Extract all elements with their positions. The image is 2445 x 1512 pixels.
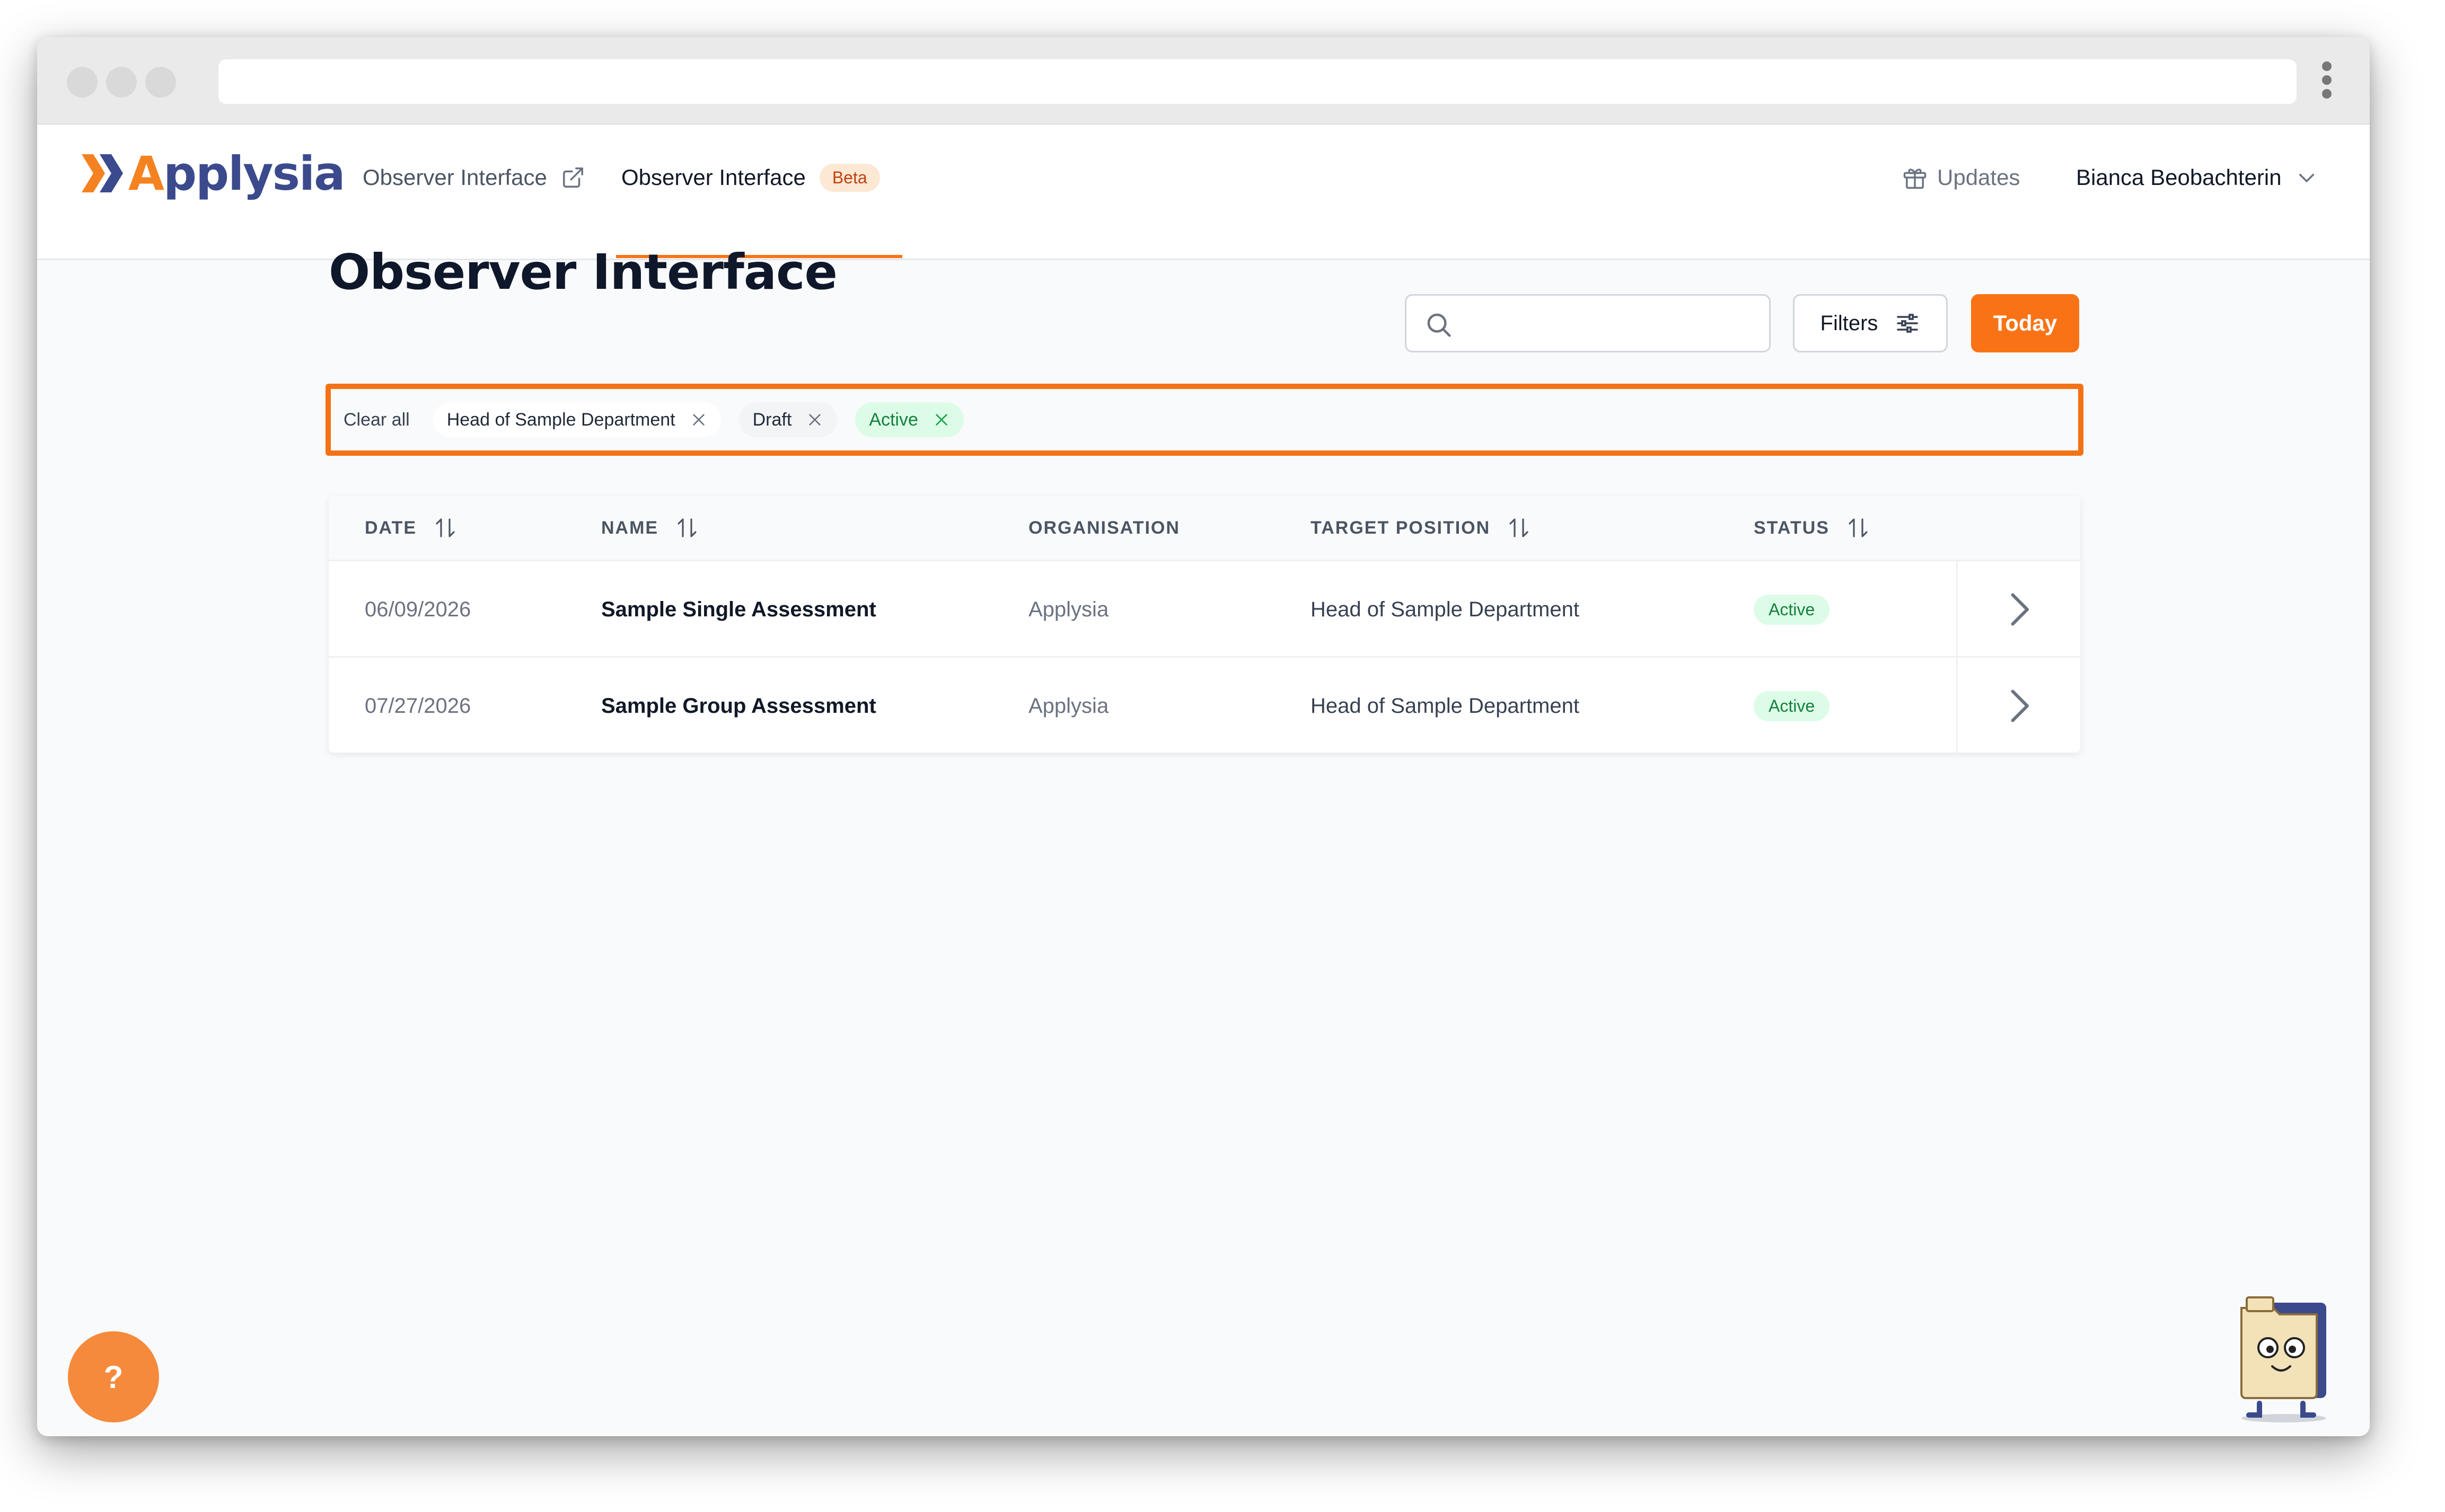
active-filters-bar: Clear all Head of Sample Department Draf… [326,384,2083,456]
table-header: DATE NAME ORGANISATION TARGET POSITION S… [329,496,2080,560]
search-input[interactable] [1405,294,1771,352]
cell-organisation: Applysia [1028,597,1109,621]
search-icon [1427,313,1451,337]
sliders-icon [1897,314,1919,333]
sort-icon [436,518,455,537]
tab-label: Observer Interface [621,165,806,190]
address-bar[interactable] [218,59,2297,104]
sort-icon [678,518,697,537]
column-header-name[interactable]: NAME [601,496,700,560]
cell-name: Sample Group Assessment [601,694,876,718]
gift-icon [1903,169,1927,189]
filter-chip-draft: Draft [738,402,838,437]
cell-name: Sample Single Assessment [601,597,876,621]
window-minimize-dot[interactable] [106,67,137,98]
logo-wordmark: pplysia [163,146,345,201]
close-icon[interactable] [690,411,707,428]
filter-chip-label: Active [869,409,918,430]
filters-label: Filters [1820,311,1878,335]
beta-badge: Beta [819,163,880,192]
column-header-date[interactable]: DATE [365,496,458,560]
tab-observer-interface-external[interactable]: Observer Interface [363,156,585,199]
cell-status: Active [1754,658,1830,753]
column-header-label: TARGET POSITION [1311,517,1491,538]
chevron-down-icon [2299,174,2314,182]
help-button[interactable]: ? [68,1331,159,1422]
table-row[interactable]: 07/27/2026 Sample Group Assessment Apply… [329,656,2080,753]
browser-window: Applysia Observer Interface Observer Int… [37,37,2370,1436]
sort-icon [1509,518,1528,537]
page-title: Observer Interface [329,244,838,300]
external-link-icon [562,167,583,188]
cell-target-position: Head of Sample Department [1311,694,1579,718]
column-header-label: ORGANISATION [1028,517,1180,538]
assessments-table: DATE NAME ORGANISATION TARGET POSITION S… [329,496,2080,753]
filter-chip-label: Draft [752,409,792,430]
filter-chip-active: Active [855,402,964,437]
question-icon: ? [103,1359,124,1395]
user-menu[interactable]: Bianca Beobachterin [2076,156,2318,199]
tab-label: Observer Interface [363,165,547,190]
tab-observer-interface-beta[interactable]: Observer Interface Beta [621,156,880,199]
top-navigation: Applysia Observer Interface Observer Int… [37,125,2370,260]
sort-icon [1849,518,1868,537]
close-icon[interactable] [806,411,823,428]
column-header-label: NAME [601,517,659,538]
chevron-right-icon [2011,593,2029,626]
column-header-organisation: ORGANISATION [1028,496,1180,560]
updates-label: Updates [1937,165,2020,190]
open-row-button[interactable] [1956,561,2080,658]
user-name: Bianca Beobachterin [2076,165,2282,190]
open-row-button[interactable] [1956,658,2080,753]
clear-all-filters-button[interactable]: Clear all [344,410,410,430]
mascot-assistant-icon[interactable] [2226,1292,2342,1425]
browser-menu-icon[interactable] [2322,61,2333,104]
filter-chip-label: Head of Sample Department [446,409,675,430]
status-badge: Active [1754,594,1830,625]
filters-button[interactable]: Filters [1793,294,1948,352]
filter-chip-target-position: Head of Sample Department [433,402,721,437]
logo-letter-a: A [128,146,164,201]
logo-chevron-icon [82,154,123,192]
applysia-logo[interactable]: Applysia [82,142,346,205]
close-icon[interactable] [933,411,950,428]
column-header-label: STATUS [1754,517,1830,538]
status-badge: Active [1754,691,1830,721]
window-maximize-dot[interactable] [145,67,176,98]
column-header-status[interactable]: STATUS [1754,496,1871,560]
cell-date: 06/09/2026 [365,597,471,621]
window-close-dot[interactable] [67,67,98,98]
cell-organisation: Applysia [1028,694,1109,718]
updates-link[interactable]: Updates [1901,156,2020,199]
cell-target-position: Head of Sample Department [1311,597,1579,621]
today-button[interactable]: Today [1971,294,2079,352]
cell-status: Active [1754,561,1830,658]
cell-date: 07/27/2026 [365,694,471,718]
column-header-target-position[interactable]: TARGET POSITION [1311,496,1532,560]
browser-chrome [37,37,2370,125]
chevron-right-icon [2011,689,2029,722]
column-header-label: DATE [365,517,417,538]
table-row[interactable]: 06/09/2026 Sample Single Assessment Appl… [329,560,2080,658]
